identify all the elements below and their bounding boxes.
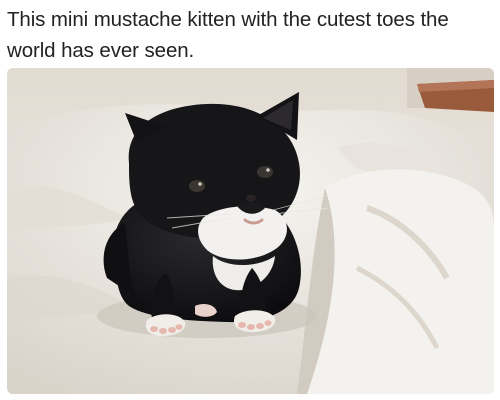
kitten-photo-illustration <box>7 68 494 394</box>
blanket-fold <box>307 169 494 394</box>
tweet-text: This mini mustache kitten with the cutes… <box>7 8 449 62</box>
kitten-nose <box>246 194 256 202</box>
kitten-eye-right <box>257 166 273 178</box>
kitten-eye-left <box>189 180 205 192</box>
tweet-post: This mini mustache kitten with the cutes… <box>0 0 500 400</box>
tweet-photo[interactable] <box>7 68 494 394</box>
